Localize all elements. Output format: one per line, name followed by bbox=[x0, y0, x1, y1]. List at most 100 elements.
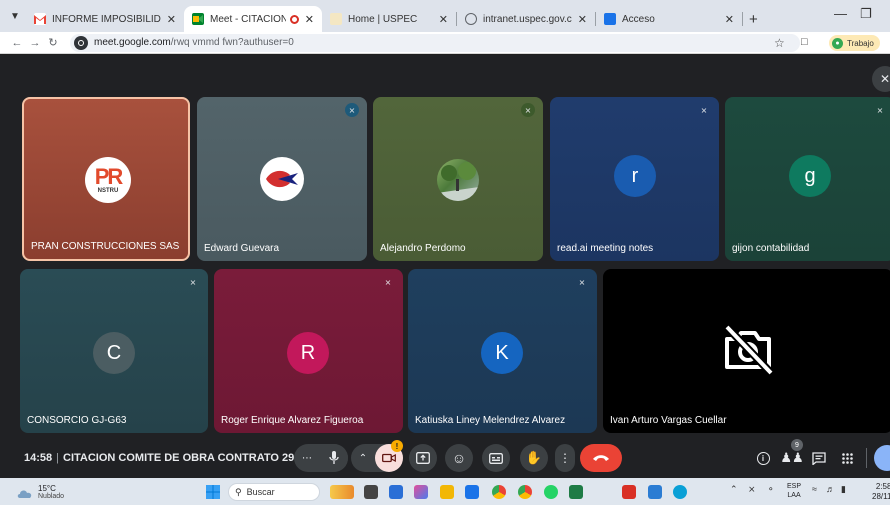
tab-title: Home | USPEC bbox=[348, 13, 418, 25]
present-screen-button[interactable] bbox=[409, 444, 437, 472]
more-audio-options-icon[interactable]: ⋯ bbox=[294, 453, 320, 464]
camera-options-chevron-icon[interactable]: ⌃ bbox=[351, 453, 375, 464]
close-icon[interactable]: ✕ bbox=[725, 13, 734, 26]
avatar-initial: r bbox=[631, 164, 639, 187]
participant-tile[interactable]: ⨯ g gijon contabilidad bbox=[725, 97, 890, 261]
participant-avatar: R bbox=[287, 332, 329, 374]
mic-off-icon: ⨯ bbox=[578, 277, 586, 287]
excel-icon[interactable] bbox=[569, 485, 583, 499]
minimize-icon[interactable]: — bbox=[834, 6, 847, 21]
chat-app-icon[interactable] bbox=[389, 485, 403, 499]
tab-uspec-home[interactable]: Home | USPEC ✕ bbox=[322, 6, 456, 32]
language-indicator[interactable]: ESP LAA bbox=[787, 482, 801, 500]
url-path: /rwq vmmd fwn?authuser=0 bbox=[170, 37, 294, 48]
close-icon[interactable]: ✕ bbox=[578, 13, 587, 26]
app-icon[interactable] bbox=[414, 485, 428, 499]
participant-avatar: g bbox=[789, 155, 831, 197]
volume-icon[interactable]: ♬ bbox=[826, 484, 835, 494]
acceso-icon bbox=[604, 13, 616, 25]
participant-tile[interactable]: Ivan Arturo Vargas Cuellar bbox=[603, 269, 890, 433]
person-photo-icon bbox=[437, 162, 479, 201]
tab-intranet[interactable]: intranet.uspec.gov.co ✕ bbox=[457, 6, 595, 32]
tray-overflow-chevron-icon[interactable]: ⌃ bbox=[730, 484, 738, 495]
wifi-icon[interactable]: ≈ bbox=[812, 484, 817, 494]
raise-hand-button[interactable]: ✋ bbox=[520, 444, 548, 472]
profile-label: Trabajo bbox=[847, 38, 874, 48]
close-icon[interactable]: ✕ bbox=[439, 13, 448, 26]
mic-off-icon: ⨯ bbox=[345, 103, 359, 117]
chat-button[interactable] bbox=[808, 447, 830, 469]
meeting-title: CITACION COMITE DE OBRA CONTRATO 290 DE … bbox=[63, 452, 331, 464]
participant-tile[interactable]: ⨯ Edward Guevara bbox=[197, 97, 367, 261]
tab-title: INFORME IMPOSIBILIDAD EJEC bbox=[52, 13, 161, 25]
participant-tile[interactable]: ⨯ R Roger Enrique Alvarez Figueroa bbox=[214, 269, 403, 433]
store-icon[interactable] bbox=[465, 485, 479, 499]
participant-tile[interactable]: ⨯ K Katiuska Liney Melendrez Alvarez bbox=[408, 269, 597, 433]
more-options-button[interactable]: ⋮ bbox=[555, 444, 575, 472]
site-info-icon[interactable] bbox=[74, 35, 88, 50]
battery-icon[interactable]: ▮ bbox=[841, 484, 846, 495]
file-explorer-icon[interactable] bbox=[440, 485, 454, 499]
new-tab-plus-icon[interactable]: + bbox=[749, 11, 758, 28]
address-bar[interactable]: meet.google.com /rwq vmmd fwn?authuser=0 bbox=[70, 33, 800, 52]
microphone-button[interactable] bbox=[320, 444, 348, 472]
chrome-icon[interactable] bbox=[492, 485, 506, 499]
taskbar-search[interactable]: ⚲ Buscar bbox=[228, 483, 320, 501]
whatsapp-icon[interactable] bbox=[544, 485, 558, 499]
participant-tile[interactable]: PR NSTRU PRAN CONSTRUCCIONES SAS bbox=[22, 97, 190, 261]
avatar-logo-text: PR bbox=[94, 163, 124, 189]
participant-tile[interactable]: ⨯ r read.ai meeting notes bbox=[550, 97, 719, 261]
windows-start-icon[interactable] bbox=[206, 485, 220, 499]
close-icon[interactable]: ✕ bbox=[305, 13, 314, 26]
chat-icon bbox=[812, 451, 826, 465]
reload-icon[interactable]: ↻ bbox=[44, 36, 62, 49]
participant-avatar: C bbox=[93, 332, 135, 374]
edge-icon[interactable] bbox=[673, 485, 687, 499]
meeting-details-button[interactable]: i bbox=[752, 447, 774, 469]
browser-tab-strip: ▼ INFORME IMPOSIBILIDAD EJEC ✕ Meet - CI… bbox=[0, 0, 890, 32]
taskbar-clock[interactable]: 2:58 p 28/11/2 bbox=[872, 482, 890, 502]
close-icon[interactable]: ✕ bbox=[167, 13, 176, 26]
mic-off-icon: ⨯ bbox=[521, 103, 535, 117]
keyboard-layout: LAA bbox=[787, 492, 801, 499]
participant-name: CONSORCIO GJ-G63 bbox=[27, 415, 127, 426]
back-arrow-icon[interactable]: ← bbox=[8, 37, 26, 49]
activities-button[interactable] bbox=[836, 447, 858, 469]
participant-name: Roger Enrique Alvarez Figueroa bbox=[221, 415, 364, 426]
url-host: meet.google.com bbox=[94, 37, 171, 48]
meet-icon bbox=[192, 13, 204, 25]
tab-acceso[interactable]: Acceso ✕ bbox=[596, 6, 742, 32]
copilot-widget-icon[interactable] bbox=[330, 485, 354, 499]
tab-search-chevron-icon[interactable]: ▼ bbox=[4, 5, 26, 27]
task-view-icon[interactable] bbox=[364, 485, 378, 499]
participant-name: Katiuska Liney Melendrez Alvarez bbox=[415, 415, 566, 426]
weather-widget[interactable]: 15°C Nublado bbox=[16, 484, 64, 501]
extensions-icon[interactable]: □ bbox=[801, 36, 808, 48]
bookmark-star-icon[interactable]: ☆ bbox=[774, 36, 785, 50]
leave-call-button[interactable] bbox=[580, 444, 622, 472]
participant-tile[interactable]: ⨯ C CONSORCIO GJ-G63 bbox=[20, 269, 208, 433]
divider bbox=[866, 448, 867, 468]
profile-chip[interactable]: ● Trabajo bbox=[829, 35, 880, 51]
mic-control: ⋯ bbox=[294, 444, 348, 472]
participant-tile[interactable]: ⨯ Alejandro Perdomo bbox=[373, 97, 543, 261]
tab-meet[interactable]: Meet - CITACION COMITE D ✕ bbox=[184, 6, 322, 32]
participant-name: PRAN CONSTRUCCIONES SAS bbox=[31, 241, 180, 252]
captions-button[interactable] bbox=[482, 444, 510, 472]
chrome-profile-icon[interactable] bbox=[518, 485, 532, 499]
participant-name: Ivan Arturo Vargas Cuellar bbox=[610, 415, 727, 426]
hang-up-icon bbox=[593, 455, 609, 461]
microphone-tray-icon[interactable]: ⚬ bbox=[767, 484, 775, 495]
forward-arrow-icon[interactable]: → bbox=[26, 37, 44, 49]
weather-condition: Nublado bbox=[38, 493, 65, 500]
reactions-button[interactable]: ☺ bbox=[445, 444, 473, 472]
apps-grid-icon bbox=[841, 452, 853, 464]
tab-gmail[interactable]: INFORME IMPOSIBILIDAD EJEC ✕ bbox=[26, 6, 184, 32]
participant-avatar-photo bbox=[437, 159, 479, 201]
word-icon[interactable] bbox=[648, 485, 662, 499]
participant-avatar: K bbox=[481, 332, 523, 374]
mic-off-icon: ⨯ bbox=[384, 277, 392, 287]
restore-icon[interactable]: ❐ bbox=[860, 6, 872, 22]
pdf-reader-icon[interactable] bbox=[622, 485, 636, 499]
network-off-icon[interactable]: ⨯ bbox=[748, 484, 756, 495]
